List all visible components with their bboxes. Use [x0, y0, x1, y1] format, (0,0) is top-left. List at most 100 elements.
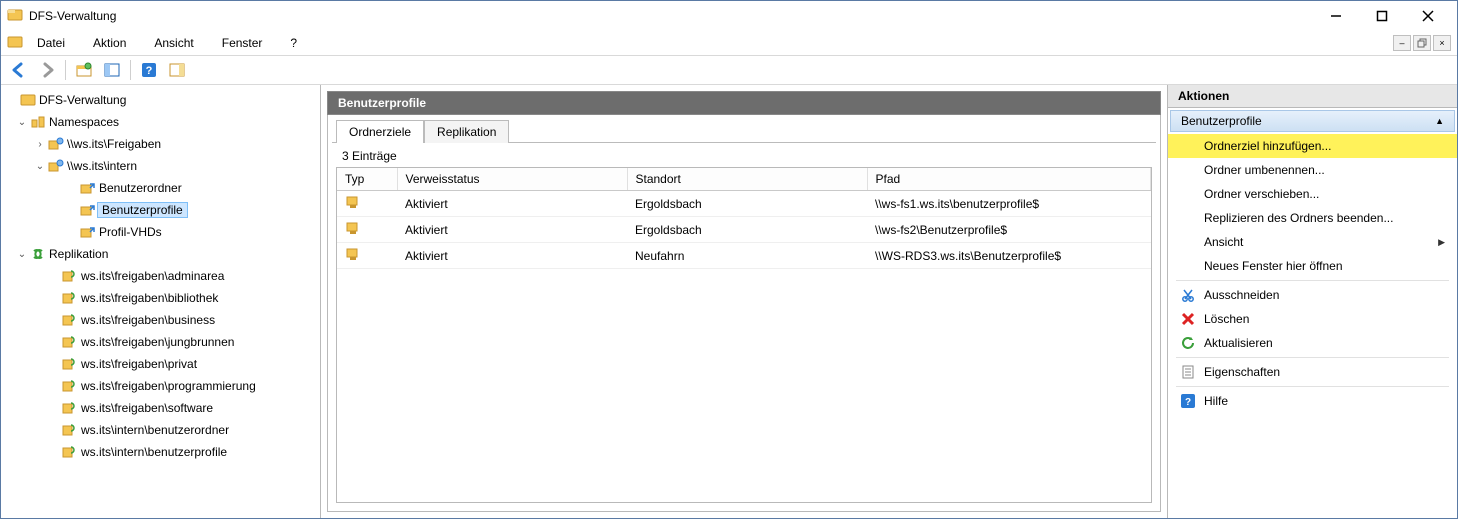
- action-ausschneiden[interactable]: Ausschneiden: [1168, 283, 1457, 307]
- folder-icon: [19, 92, 37, 108]
- panel-body: Ordnerziele Replikation 3 Einträge TypVe…: [327, 115, 1161, 512]
- toolbar-help-button[interactable]: ?: [137, 58, 161, 82]
- body: DFS-Verwaltung ⌄ Namespaces › \\ws.its\F…: [1, 85, 1457, 518]
- tree-ns-freigaben[interactable]: › \\ws.its\Freigaben: [1, 133, 320, 155]
- action-ordnerziel-hinzuf-gen[interactable]: Ordnerziel hinzufügen...: [1168, 134, 1457, 158]
- replication-group-icon: [61, 312, 79, 328]
- replication-group-icon: [61, 290, 79, 306]
- close-button[interactable]: [1405, 4, 1451, 28]
- toolbar: ?: [1, 55, 1457, 85]
- toolbar-show-hide-actions-button[interactable]: [165, 58, 189, 82]
- nav-forward-button[interactable]: [35, 58, 59, 82]
- scissors-icon: [1180, 288, 1196, 302]
- svg-text:?: ?: [1185, 397, 1191, 408]
- menu-ansicht[interactable]: Ansicht: [144, 34, 203, 52]
- column-header[interactable]: Typ: [337, 168, 397, 191]
- replication-group-icon: [61, 356, 79, 372]
- action-label: Eigenschaften: [1204, 365, 1280, 379]
- tree-repl-item[interactable]: ws.its\intern\benutzerordner: [1, 419, 320, 441]
- app-icon: [7, 7, 23, 26]
- action-label: Replizieren des Ordners beenden...: [1204, 211, 1393, 225]
- action-l-schen[interactable]: Löschen: [1168, 307, 1457, 331]
- tree-root[interactable]: DFS-Verwaltung: [1, 89, 320, 111]
- mdi-close[interactable]: ×: [1433, 35, 1451, 51]
- action-hilfe[interactable]: ?Hilfe: [1168, 389, 1457, 413]
- center-pane: Benutzerprofile Ordnerziele Replikation …: [321, 85, 1167, 518]
- action-neues-fenster-hier-ffnen[interactable]: Neues Fenster hier öffnen: [1168, 254, 1457, 278]
- panel-header: Benutzerprofile: [327, 91, 1161, 115]
- action-label: Ordner verschieben...: [1204, 187, 1319, 201]
- tree-repl-item[interactable]: ws.its\freigaben\adminarea: [1, 265, 320, 287]
- tree-repl-item[interactable]: ws.its\freigaben\jungbrunnen: [1, 331, 320, 353]
- refresh-icon: [1180, 336, 1196, 350]
- column-header[interactable]: Verweisstatus: [397, 168, 627, 191]
- table-row[interactable]: AktiviertErgoldsbach\\ws-fs1.ws.its\benu…: [337, 191, 1151, 217]
- tree-repl-item[interactable]: ws.its\freigaben\bibliothek: [1, 287, 320, 309]
- nav-back-button[interactable]: [7, 58, 31, 82]
- replication-group-icon: [61, 334, 79, 350]
- action-replizieren-des-ordners-beenden[interactable]: Replizieren des Ordners beenden...: [1168, 206, 1457, 230]
- menu-aktion[interactable]: Aktion: [83, 34, 136, 52]
- replication-group-icon: [61, 422, 79, 438]
- action-eigenschaften[interactable]: Eigenschaften: [1168, 360, 1457, 384]
- expander-icon[interactable]: ⌄: [15, 117, 29, 128]
- replication-group-icon: [61, 444, 79, 460]
- tree-repl-item[interactable]: ws.its\freigaben\privat: [1, 353, 320, 375]
- titlebar: DFS-Verwaltung: [1, 1, 1457, 31]
- action-ordner-verschieben[interactable]: Ordner verschieben...: [1168, 182, 1457, 206]
- properties-icon: [1180, 365, 1196, 379]
- expander-icon[interactable]: ⌄: [15, 249, 29, 260]
- toolbar-show-hide-tree-button[interactable]: [100, 58, 124, 82]
- folder-target-icon: [345, 199, 361, 213]
- toolbar-new-window-button[interactable]: [72, 58, 96, 82]
- actions-group-header[interactable]: Benutzerprofile ▲: [1170, 110, 1455, 132]
- action-label: Ordner umbenennen...: [1204, 163, 1325, 177]
- tree-repl-item[interactable]: ws.its\freigaben\software: [1, 397, 320, 419]
- mdi-minimize[interactable]: –: [1393, 35, 1411, 51]
- tree-folder-benutzerordner[interactable]: Benutzerordner: [1, 177, 320, 199]
- menu-q[interactable]: ?: [280, 34, 307, 52]
- window-title: DFS-Verwaltung: [29, 9, 116, 23]
- maximize-button[interactable]: [1359, 4, 1405, 28]
- delete-icon: [1180, 312, 1196, 326]
- action-ansicht[interactable]: Ansicht: [1168, 230, 1457, 254]
- action-label: Ansicht: [1204, 235, 1243, 249]
- tree-repl-item[interactable]: ws.its\freigaben\programmierung: [1, 375, 320, 397]
- folder-target-icon: [345, 225, 361, 239]
- tab-ordnerziele[interactable]: Ordnerziele: [336, 120, 424, 143]
- tree-ns-intern[interactable]: ⌄ \\ws.its\intern: [1, 155, 320, 177]
- mdi-restore[interactable]: [1413, 35, 1431, 51]
- expander-icon[interactable]: ⌄: [33, 161, 47, 172]
- tree-folder-profil-vhds[interactable]: Profil-VHDs: [1, 221, 320, 243]
- action-ordner-umbenennen[interactable]: Ordner umbenennen...: [1168, 158, 1457, 182]
- action-label: Ordnerziel hinzufügen...: [1204, 139, 1331, 153]
- actions-pane: Aktionen Benutzerprofile ▲ Ordnerziel hi…: [1167, 85, 1457, 518]
- tree-folder-benutzerprofile[interactable]: Benutzerprofile: [1, 199, 320, 221]
- column-header[interactable]: Standort: [627, 168, 867, 191]
- tabs: Ordnerziele Replikation: [332, 119, 1156, 142]
- action-aktualisieren[interactable]: Aktualisieren: [1168, 331, 1457, 355]
- tree-repl-item[interactable]: ws.its\intern\benutzerprofile: [1, 441, 320, 463]
- collapse-icon: ▲: [1435, 116, 1444, 126]
- action-label: Neues Fenster hier öffnen: [1204, 259, 1343, 273]
- tree-namespaces[interactable]: ⌄ Namespaces: [1, 111, 320, 133]
- action-label: Aktualisieren: [1204, 336, 1273, 350]
- table-row[interactable]: AktiviertNeufahrn\\WS-RDS3.ws.its\Benutz…: [337, 243, 1151, 269]
- menu-datei[interactable]: Datei: [27, 34, 75, 52]
- menu-app-icon: [7, 34, 23, 53]
- column-header[interactable]: Pfad: [867, 168, 1151, 191]
- folder-link-icon: [79, 180, 97, 196]
- expander-icon[interactable]: ›: [33, 139, 47, 150]
- replication-group-icon: [61, 378, 79, 394]
- menu-fenster[interactable]: Fenster: [212, 34, 273, 52]
- help-icon: ?: [1180, 394, 1196, 408]
- action-label: Ausschneiden: [1204, 288, 1279, 302]
- minimize-button[interactable]: [1313, 4, 1359, 28]
- tree-repl-item[interactable]: ws.its\freigaben\business: [1, 309, 320, 331]
- namespace-icon: [47, 136, 65, 152]
- tree-replication[interactable]: ⌄ Replikation: [1, 243, 320, 265]
- replication-icon: [29, 246, 47, 262]
- tab-replikation[interactable]: Replikation: [424, 120, 509, 143]
- table-row[interactable]: AktiviertErgoldsbach\\ws-fs2\Benutzerpro…: [337, 217, 1151, 243]
- svg-text:?: ?: [146, 65, 153, 77]
